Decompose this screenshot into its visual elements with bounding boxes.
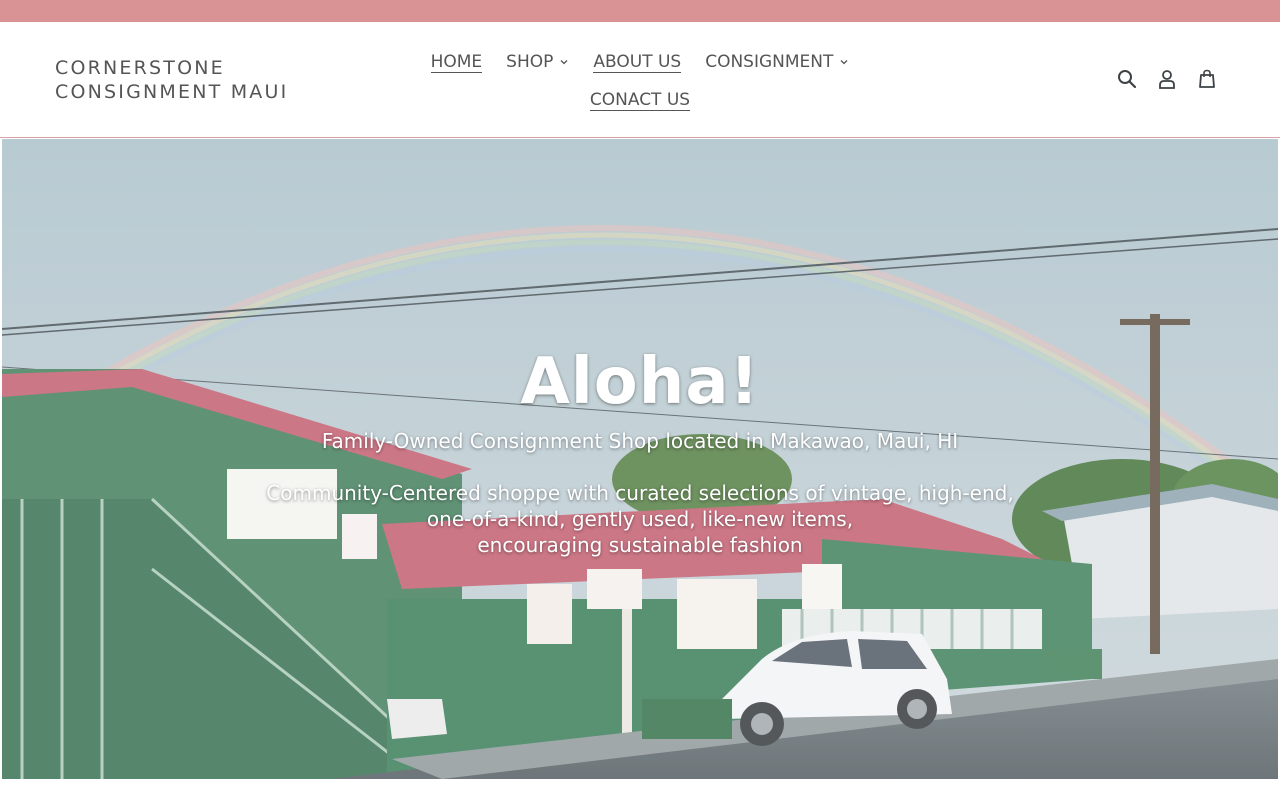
hero-subtitle: Family-Owned Consignment Shop located in… — [321, 429, 959, 453]
main-nav: HOME SHOP ABOUT US CONSIGNMENT CONACT US — [340, 48, 940, 114]
nav-item-label: HOME — [430, 51, 483, 73]
logo-line-2: CONSIGNMENT MAUI — [55, 81, 289, 103]
nav-item-about-us[interactable]: ABOUT US — [581, 48, 693, 76]
nav-item-label: ABOUT US — [593, 51, 682, 73]
nav-item-consignment[interactable]: CONSIGNMENT — [693, 48, 861, 76]
nav-item-contact-us[interactable]: CONACT US — [578, 86, 702, 114]
cart-button[interactable] — [1196, 68, 1218, 90]
hero-banner: Aloha! Family-Owned Consignment Shop loc… — [2, 139, 1278, 779]
nav-item-home[interactable]: HOME — [419, 48, 495, 76]
chevron-down-icon — [560, 60, 568, 65]
hero-title: Aloha! — [520, 345, 760, 419]
nav-item-label: CONSIGNMENT — [705, 52, 834, 72]
site-logo[interactable]: CORNERSTONE CONSIGNMENT MAUI — [55, 56, 288, 104]
chevron-down-icon — [840, 60, 848, 65]
hero-description-line: encouraging sustainable fashion — [477, 533, 803, 557]
nav-item-shop[interactable]: SHOP — [494, 48, 581, 76]
announcement-bar — [0, 0, 1280, 22]
cart-icon — [1199, 69, 1215, 88]
search-button[interactable] — [1116, 68, 1138, 90]
site-header: CORNERSTONE CONSIGNMENT MAUI HOME SHOP A… — [0, 22, 1280, 138]
hero-description: Community-Centered shoppe with curated s… — [2, 480, 1278, 558]
hero-description-line: one-of-a-kind, gently used, like-new ite… — [426, 507, 854, 531]
search-icon — [1118, 70, 1137, 89]
header-icons — [1116, 68, 1218, 90]
account-icon — [1159, 70, 1175, 89]
hero-text: Aloha! Family-Owned Consignment Shop loc… — [2, 342, 1278, 558]
nav-item-label: CONACT US — [589, 89, 691, 111]
nav-item-label: SHOP — [506, 52, 554, 72]
hero-description-line: Community-Centered shoppe with curated s… — [266, 481, 1014, 505]
account-button[interactable] — [1156, 68, 1178, 90]
logo-line-1: CORNERSTONE — [55, 57, 225, 79]
